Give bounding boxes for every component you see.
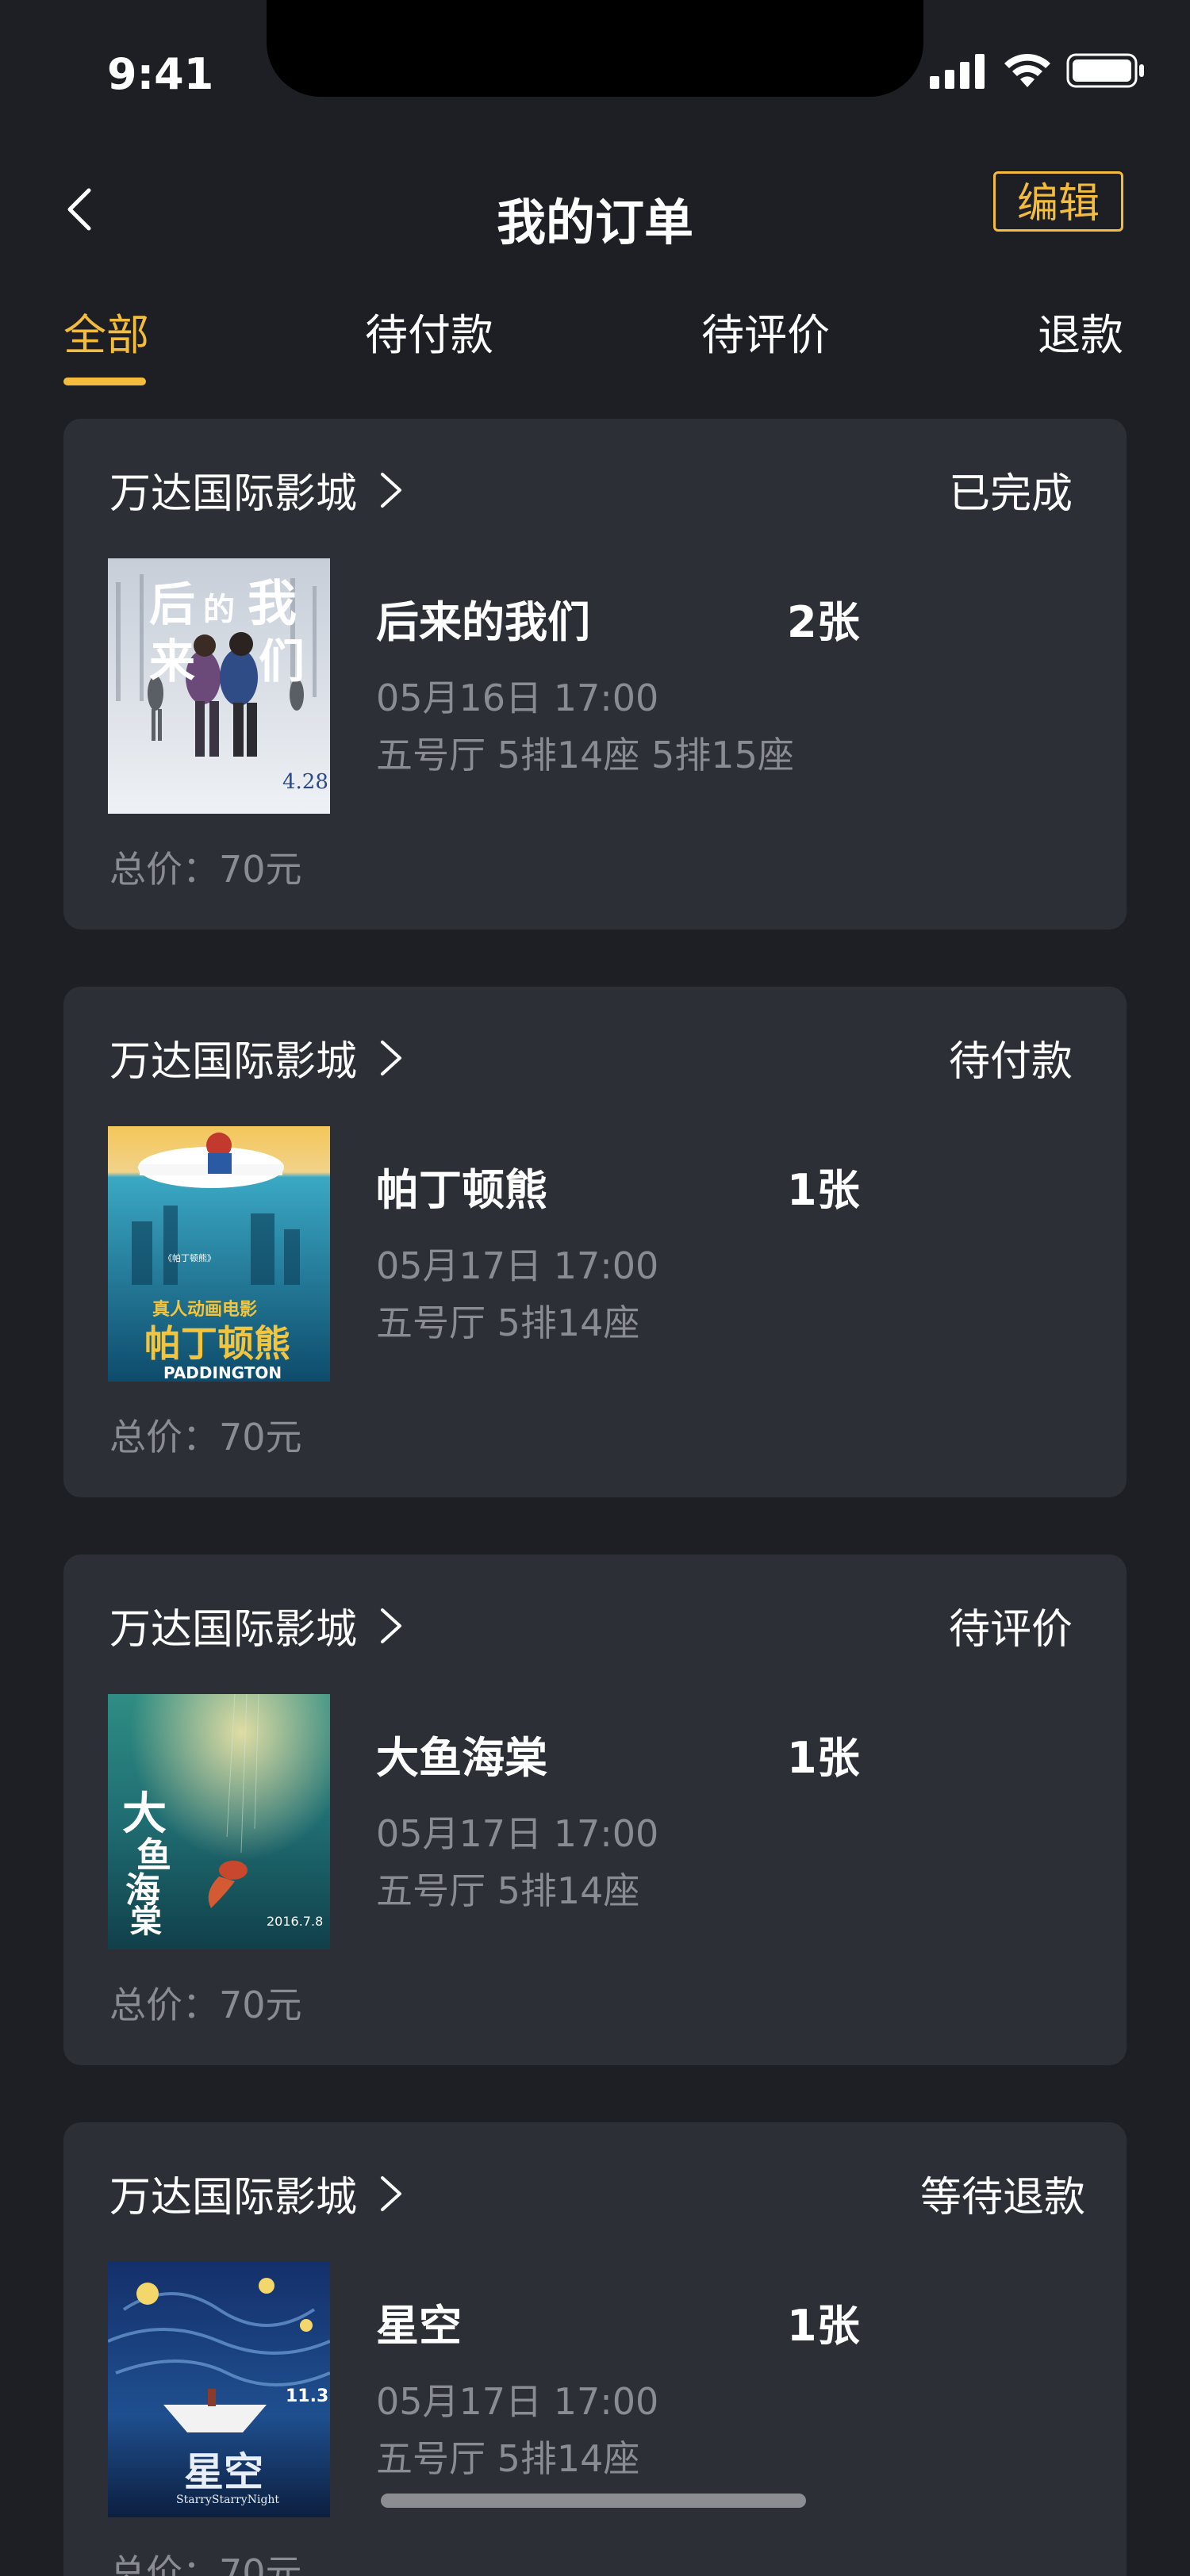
total-price: 总价：70元 xyxy=(109,2551,302,2576)
svg-text:4.28: 4.28 xyxy=(282,770,328,794)
cinema-link[interactable]: 万达国际影城 xyxy=(109,460,405,519)
cinema-name: 万达国际影城 xyxy=(109,470,358,518)
seat-info: 五号厅 5排14座 5排15座 xyxy=(376,734,794,776)
active-tab-indicator xyxy=(63,378,146,385)
showtime: 05月17日 17:00 xyxy=(376,1812,659,1855)
order-card-header: 万达国际影城 等待退款 xyxy=(109,2164,1085,2221)
order-tabs: 全部 待付款 待评价 退款 xyxy=(0,293,1190,389)
phone-screen: 9:41 我的订单 编辑 全部 待付款 待评价 退款 万达国际影城 已完成 后 … xyxy=(0,0,1190,2576)
svg-text:11.3: 11.3 xyxy=(286,2386,328,2406)
ticket-count: 1张 xyxy=(787,1733,860,1783)
order-card[interactable]: 万达国际影城 待付款 《帕丁顿熊》 真人动画电影 帕丁顿熊 PADDINGTON… xyxy=(63,987,1127,1497)
poster-image: 大 鱼 海 棠 2016.7.8 xyxy=(108,1694,330,1949)
poster-image: 后 来 的 我 们 4.28 xyxy=(108,558,330,814)
order-card[interactable]: 万达国际影城 等待退款 11.3 星空 StarryStarryNight 星空… xyxy=(63,2122,1127,2576)
navigation-bar: 我的订单 编辑 xyxy=(0,159,1190,262)
order-status: 待评价 xyxy=(948,1606,1073,1654)
edit-button[interactable]: 编辑 xyxy=(993,171,1123,232)
cinema-name: 万达国际影城 xyxy=(109,1606,358,1654)
order-card-header: 万达国际影城 待评价 xyxy=(109,1596,1081,1654)
home-indicator[interactable] xyxy=(381,2494,806,2508)
cinema-link[interactable]: 万达国际影城 xyxy=(109,1028,405,1087)
seat-info: 五号厅 5排14座 xyxy=(376,1301,640,1344)
cellular-signal-icon xyxy=(930,54,985,89)
showtime: 05月17日 17:00 xyxy=(376,1244,659,1287)
total-price: 总价：70元 xyxy=(109,1984,302,2026)
svg-text:们: 们 xyxy=(259,634,305,688)
ticket-count: 2张 xyxy=(787,597,860,647)
showtime: 05月16日 17:00 xyxy=(376,677,659,719)
svg-text:我: 我 xyxy=(248,574,297,632)
showtime: 05月17日 17:00 xyxy=(376,2380,659,2423)
seat-info: 五号厅 5排14座 xyxy=(376,1869,640,1912)
tab-pending-review[interactable]: 待评价 xyxy=(701,300,830,362)
order-card[interactable]: 万达国际影城 已完成 后 来 的 我 们 4.28 后来的我们 2张 05月16… xyxy=(63,419,1127,930)
seat-info: 五号厅 5排14座 xyxy=(376,2437,640,2480)
cinema-link[interactable]: 万达国际影城 xyxy=(109,1596,405,1655)
movie-title: 后来的我们 xyxy=(376,597,590,647)
svg-text:StarryStarryNight: StarryStarryNight xyxy=(176,2494,279,2506)
total-price: 总价：70元 xyxy=(109,848,302,891)
cinema-link[interactable]: 万达国际影城 xyxy=(109,2164,405,2223)
movie-poster[interactable]: 后 来 的 我 们 4.28 xyxy=(108,558,330,814)
cinema-name: 万达国际影城 xyxy=(109,2174,358,2221)
movie-title: 大鱼海棠 xyxy=(376,1733,547,1783)
chevron-right-icon xyxy=(381,1040,402,1075)
svg-text:星空: 星空 xyxy=(184,2448,263,2495)
tab-pending-payment[interactable]: 待付款 xyxy=(365,300,493,362)
movie-title: 星空 xyxy=(376,2301,462,2351)
chevron-right-icon xyxy=(381,1608,402,1643)
cinema-name: 万达国际影城 xyxy=(109,1038,358,1086)
order-status: 已完成 xyxy=(948,470,1073,518)
svg-text:大: 大 xyxy=(122,1788,167,1840)
svg-text:PADDINGTON: PADDINGTON xyxy=(163,1363,282,1382)
status-bar: 9:41 xyxy=(0,0,1190,159)
ticket-count: 1张 xyxy=(787,1165,860,1215)
order-card-header: 万达国际影城 已完成 xyxy=(109,460,1081,519)
svg-text:2016.7.8: 2016.7.8 xyxy=(267,1914,323,1929)
order-card[interactable]: 万达国际影城 待评价 大 鱼 海 棠 2016.7.8 大鱼海棠 1张 05月1… xyxy=(63,1554,1127,2065)
total-price: 总价：70元 xyxy=(109,1416,302,1459)
tab-all[interactable]: 全部 xyxy=(63,300,149,362)
svg-text:《帕丁顿熊》: 《帕丁顿熊》 xyxy=(163,1252,216,1263)
chevron-right-icon xyxy=(381,2175,402,2211)
order-status: 等待退款 xyxy=(919,2174,1085,2221)
notch xyxy=(267,0,923,97)
svg-text:的: 的 xyxy=(203,591,235,628)
movie-poster[interactable]: 《帕丁顿熊》 真人动画电影 帕丁顿熊 PADDINGTON xyxy=(108,1126,330,1382)
tab-refund[interactable]: 退款 xyxy=(1038,300,1123,362)
status-time: 9:41 xyxy=(107,49,214,99)
poster-image: 11.3 星空 StarryStarryNight xyxy=(108,2262,330,2517)
svg-text:真人动画电影: 真人动画电影 xyxy=(152,1299,257,1320)
svg-text:来: 来 xyxy=(149,634,195,688)
chevron-right-icon xyxy=(381,472,402,508)
wifi-icon xyxy=(1004,53,1050,87)
movie-poster[interactable]: 11.3 星空 StarryStarryNight xyxy=(108,2262,330,2517)
svg-text:后: 后 xyxy=(149,577,195,631)
ticket-count: 1张 xyxy=(787,2301,860,2351)
svg-text:帕丁顿熊: 帕丁顿熊 xyxy=(144,1322,290,1365)
order-card-header: 万达国际影城 待付款 xyxy=(109,1028,1081,1086)
movie-poster[interactable]: 大 鱼 海 棠 2016.7.8 xyxy=(108,1694,330,1949)
battery-icon xyxy=(1066,53,1144,88)
movie-title: 帕丁顿熊 xyxy=(376,1165,547,1215)
order-status: 待付款 xyxy=(948,1038,1073,1086)
svg-text:棠: 棠 xyxy=(130,1903,162,1940)
poster-image: 《帕丁顿熊》 真人动画电影 帕丁顿熊 PADDINGTON xyxy=(108,1126,330,1382)
